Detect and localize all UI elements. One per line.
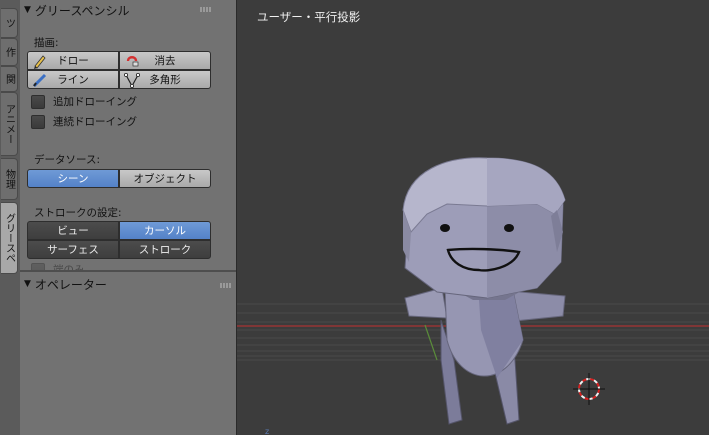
stroke-button-label: ストローク — [138, 244, 192, 256]
view-button[interactable]: ビュー — [27, 221, 119, 240]
scene-button-label: シーン — [57, 173, 89, 185]
operator-title: オペレーター — [34, 277, 107, 292]
draw-row-1: ドロー 消去 — [27, 51, 211, 70]
tab-create-label: 作 — [3, 47, 15, 57]
stroke-settings-label: ストロークの設定: — [34, 207, 122, 219]
additive-drawing-box[interactable] — [31, 94, 45, 109]
line-button[interactable]: ライン — [27, 70, 119, 89]
collapse-triangle-icon: ▼ — [24, 5, 31, 15]
stroke-row-1: ビュー カーソル — [27, 221, 211, 240]
tab-tools[interactable]: ツ — [1, 8, 18, 38]
panel-title: グリースペンシル — [34, 3, 130, 18]
continuous-drawing-label: 連続ドローイング — [53, 116, 137, 128]
cursor-3d-icon[interactable] — [573, 373, 605, 405]
stroke-row-2: サーフェス ストローク — [27, 240, 211, 259]
erase-button[interactable]: 消去 — [119, 51, 211, 70]
viewport-title: ユーザー・平行投影 — [257, 10, 361, 24]
polygon-button-label: 多角形 — [149, 74, 181, 86]
line-button-label: ライン — [57, 74, 89, 86]
data-source-row: シーン オブジェクト — [27, 169, 211, 188]
polygon-icon — [124, 72, 140, 88]
additive-drawing-checkbox[interactable]: 追加ドローイング — [31, 94, 137, 109]
draw-button-label: ドロー — [57, 55, 89, 67]
operator-header[interactable]: ▼ オペレーター — [24, 274, 230, 294]
additive-drawing-label: 追加ドローイング — [53, 96, 137, 108]
pencil-icon — [34, 55, 46, 69]
line-pen-icon — [32, 73, 47, 88]
grease-pencil-panel: ▼ グリースペンシル 描画: ドロー 消去 ライン 多角形 追加ドローイング 連… — [20, 0, 236, 277]
viewport-canvas[interactable]: z — [237, 0, 709, 435]
3d-viewport[interactable]: z ユーザー・平行投影 — [236, 0, 709, 435]
draw-button[interactable]: ドロー — [27, 51, 119, 70]
tab-physics[interactable]: 物理 — [1, 158, 18, 200]
stroke-button[interactable]: ストローク — [119, 240, 211, 259]
tab-create[interactable]: 作 — [1, 38, 18, 66]
left-eye — [440, 224, 450, 232]
grip-icon[interactable] — [220, 283, 232, 288]
right-eye — [504, 224, 514, 232]
collapse-triangle-icon: ▼ — [24, 279, 31, 289]
surface-button-label: サーフェス — [47, 244, 99, 256]
erase-button-label: 消去 — [154, 55, 176, 67]
polygon-button[interactable]: 多角形 — [119, 70, 211, 89]
surface-button[interactable]: サーフェス — [27, 240, 119, 259]
tab-tools-label: ツ — [3, 18, 15, 28]
blender-window: ツ 作 関 アニメー 物理 グリースペ ▼ グリースペンシル 描画: ドロー 消… — [0, 0, 709, 435]
data-source-label: データソース: — [34, 154, 101, 166]
grip-icon[interactable] — [200, 7, 212, 12]
object-button-label: オブジェクト — [133, 173, 197, 185]
eraser-icon — [126, 56, 139, 67]
view-button-label: ビュー — [57, 225, 89, 237]
axis-z-label: z — [265, 427, 269, 435]
tab-physics-label: 物理 — [3, 169, 15, 189]
cursor-button[interactable]: カーソル — [119, 221, 211, 240]
tab-animation[interactable]: アニメー — [1, 92, 18, 156]
operator-panel: ▼ オペレーター — [20, 272, 236, 435]
tab-grease-pencil[interactable]: グリースペ — [1, 202, 18, 274]
tab-relations[interactable]: 関 — [1, 66, 18, 92]
tab-relations-label: 関 — [3, 74, 15, 84]
continuous-drawing-checkbox[interactable]: 連続ドローイング — [31, 114, 137, 129]
object-button[interactable]: オブジェクト — [119, 169, 211, 188]
tool-tab-strip: ツ 作 関 アニメー 物理 グリースペ — [0, 0, 21, 435]
character-model[interactable] — [402, 157, 566, 425]
continuous-drawing-box[interactable] — [31, 114, 45, 129]
scene-button[interactable]: シーン — [27, 169, 119, 188]
draw-label: 描画: — [34, 37, 59, 49]
tab-animation-label: アニメー — [3, 104, 15, 144]
cursor-button-label: カーソル — [144, 225, 186, 237]
draw-row-2: ライン 多角形 — [27, 70, 211, 89]
tab-grease-pencil-label: グリースペ — [3, 213, 15, 263]
